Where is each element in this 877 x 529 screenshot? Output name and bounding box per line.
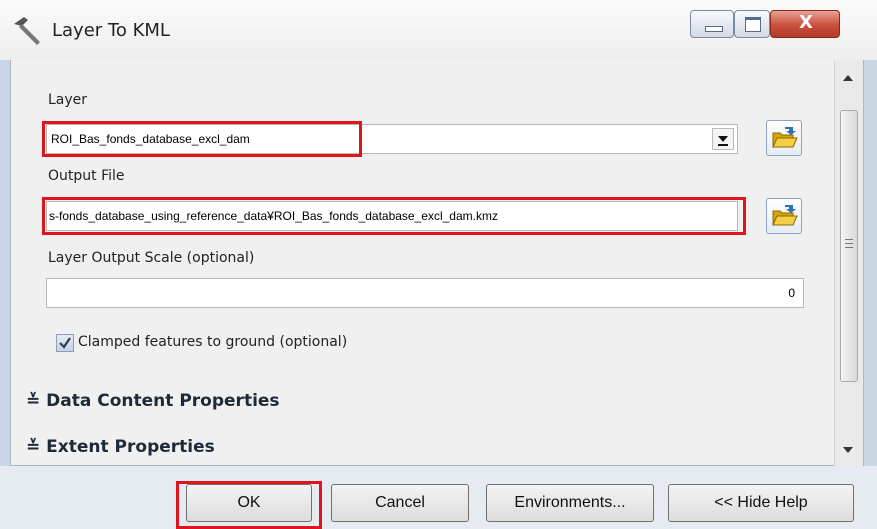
dropdown-arrow-icon xyxy=(718,136,728,146)
chevron-double-down-icon: ≚ xyxy=(26,391,41,411)
minimize-icon xyxy=(705,26,723,32)
scale-value: 0 xyxy=(788,286,795,300)
section-extent[interactable]: ≚ Extent Properties xyxy=(26,437,215,457)
layer-label: Layer xyxy=(48,92,88,108)
output-browse-button[interactable] xyxy=(766,198,802,234)
close-button[interactable]: X xyxy=(770,10,840,38)
environments-button[interactable]: Environments... xyxy=(486,484,654,522)
scroll-down-icon[interactable] xyxy=(840,444,856,456)
open-folder-icon xyxy=(772,205,798,226)
highlight-box-layer xyxy=(42,121,362,157)
section-data-content[interactable]: ≚ Data Content Properties xyxy=(26,391,280,411)
section-extent-label: Extent Properties xyxy=(46,437,215,457)
scale-label: Layer Output Scale (optional) xyxy=(48,250,255,266)
clamp-label: Clamped features to ground (optional) xyxy=(78,334,348,350)
scroll-grip-icon xyxy=(845,239,853,248)
minimize-button[interactable] xyxy=(690,10,734,38)
section-data-content-label: Data Content Properties xyxy=(46,391,280,411)
hide-help-button[interactable]: << Hide Help xyxy=(668,484,854,522)
close-icon: X xyxy=(799,12,813,33)
open-folder-icon xyxy=(772,127,798,148)
layer-browse-button[interactable] xyxy=(766,120,802,156)
maximize-button[interactable] xyxy=(734,10,770,38)
checkbox-check-icon xyxy=(59,337,71,349)
layer-dropdown-button[interactable] xyxy=(712,128,734,150)
output-file-label: Output File xyxy=(48,168,125,184)
hammer-icon xyxy=(14,17,40,45)
scroll-thumb[interactable] xyxy=(840,110,858,382)
scale-input[interactable]: 0 xyxy=(46,278,804,308)
highlight-box-ok xyxy=(176,481,322,529)
cancel-button[interactable]: Cancel xyxy=(331,484,469,522)
clamp-checkbox[interactable] xyxy=(56,334,74,352)
window-title: Layer To KML xyxy=(52,20,170,41)
highlight-box-output xyxy=(42,197,746,235)
scroll-up-icon[interactable] xyxy=(840,72,856,84)
maximize-icon xyxy=(745,17,761,32)
chevron-double-down-icon: ≚ xyxy=(26,437,41,457)
